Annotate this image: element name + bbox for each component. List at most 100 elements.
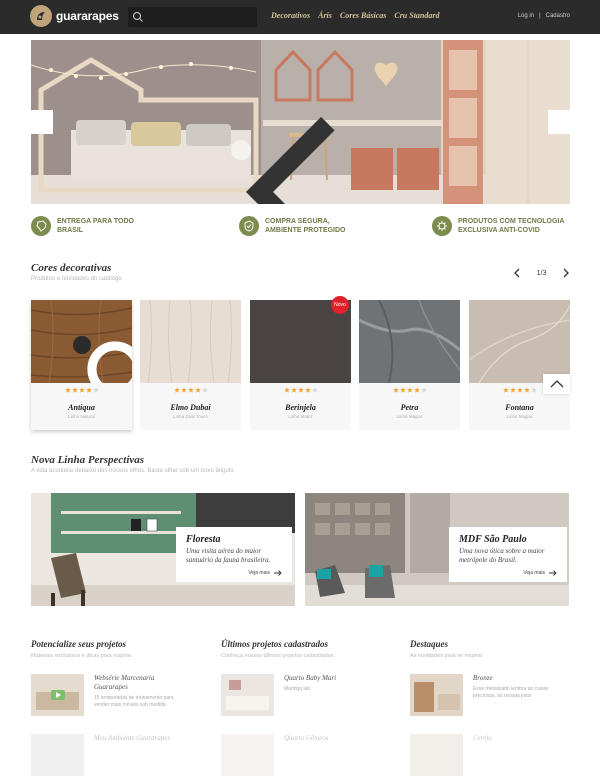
signup-link[interactable]: Cadastro: [546, 13, 570, 19]
product-line: Linha Magna: [506, 414, 533, 419]
star-filled-icon: [502, 387, 509, 393]
nav-aris[interactable]: Áris: [318, 11, 332, 20]
login-link[interactable]: Log in: [518, 13, 534, 19]
list-item[interactable]: Cerejo: [410, 734, 492, 776]
auth-links: Log in | Cadastro: [518, 13, 570, 19]
product-info: Petra Linha Magna: [359, 383, 460, 430]
item-text: Quarto Gêmeos: [284, 734, 329, 776]
product-swatch: [140, 300, 241, 383]
product-card-petra[interactable]: Petra Linha Magna: [359, 300, 460, 430]
rating-stars: [140, 387, 241, 393]
list-item[interactable]: Meu Ambiente Guararapes: [31, 734, 170, 776]
list-item[interactable]: Quarto Baby Mari Maringa.lab: [221, 674, 336, 716]
star-empty-icon: [420, 387, 427, 393]
pager-next-icon[interactable]: [562, 268, 570, 278]
star-filled-icon: [283, 387, 290, 393]
star-filled-icon: [516, 387, 523, 393]
column-subtitle-highlights: As novidades para se inspirar.: [410, 653, 484, 659]
star-filled-icon: [173, 387, 180, 393]
item-thumbnail: [31, 674, 84, 716]
product-name: Petra: [400, 403, 419, 412]
nav-cores-basicas[interactable]: Cores Básicas: [340, 11, 386, 20]
scroll-top-button[interactable]: [543, 374, 570, 394]
main-nav: Decorativos Áris Cores Básicas Cru Stand…: [271, 11, 440, 20]
perspective-card-mdf-sao-paulo[interactable]: MDF São Paulo Uma nova ótica sobre a mai…: [305, 493, 569, 606]
perspective-desc: Uma visita aérea do maior santuário da fa…: [186, 547, 271, 564]
search-icon: [132, 11, 143, 22]
product-line: Linha Matriz: [288, 414, 313, 419]
list-item[interactable]: Bronze Esse metalizado lembra as coisas p…: [410, 674, 549, 716]
product-name: Berinjela: [285, 403, 316, 412]
product-card-antiqua[interactable]: Antiqua Linha Natural: [31, 300, 132, 430]
zoom-button[interactable]: [73, 336, 132, 383]
nav-decorativos[interactable]: Decorativos: [271, 11, 310, 20]
logo[interactable]: guararapes: [30, 5, 119, 27]
feature-secure: COMPRA SEGURA, AMBIENTE PROTEGIDO: [239, 216, 346, 236]
star-filled-icon: [399, 387, 406, 393]
star-filled-icon: [413, 387, 420, 393]
star-filled-icon: [71, 387, 78, 393]
column-title-projects: Potencialize seus projetos: [31, 639, 126, 649]
product-name: Antiqua: [68, 403, 95, 412]
item-text: Cerejo: [473, 734, 492, 776]
product-card-berinjela[interactable]: Novo Berinjela Linha Matriz: [250, 296, 351, 430]
list-item[interactable]: Websérie Marcenaria Guararapes 15 tempora…: [31, 674, 174, 716]
pager-prev-icon[interactable]: [513, 268, 521, 278]
perspective-title: MDF São Paulo: [459, 534, 527, 545]
nav-cru-standard[interactable]: Cru Standard: [394, 11, 439, 20]
virus-icon: [432, 216, 452, 236]
item-title: Quarto Gêmeos: [284, 734, 329, 742]
logo-text: guararapes: [56, 9, 119, 23]
search-icon: [87, 341, 132, 383]
search-input[interactable]: [128, 7, 257, 27]
star-filled-icon: [194, 387, 201, 393]
feature-delivery-text: ENTREGA PARA TODO BRASIL: [57, 218, 135, 234]
star-filled-icon: [509, 387, 516, 393]
product-card-elmo-dubai[interactable]: Elmo Dubai Linha Dual Touch: [140, 300, 241, 430]
perspective-card-floresta[interactable]: Floresta Uma visita aérea do maior santuá…: [31, 493, 295, 606]
item-title: Websérie Marcenaria Guararapes: [94, 674, 155, 691]
hero-banner[interactable]: [31, 40, 570, 204]
arrow-right-icon: [274, 570, 282, 576]
star-empty-icon: [201, 387, 208, 393]
product-info: Berinjela Linha Matriz: [250, 383, 351, 430]
item-description: 15 temporadas de treinamento para vender …: [94, 695, 174, 708]
brazil-map-icon: [31, 216, 51, 236]
item-thumbnail: [221, 734, 274, 776]
item-text: Quarto Baby Mari Maringa.lab: [284, 674, 336, 716]
perspective-title: Floresta: [186, 534, 221, 545]
column-title-latest: Últimos projetos cadastrados: [221, 639, 329, 649]
top-header: guararapes Decorativos Áris Cores Básica…: [0, 0, 600, 34]
feature-anticovid: PRODUTOS COM TECNOLOGIA EXCLUSIVA ANTI-CO…: [432, 216, 564, 236]
logo-mark-icon: [30, 5, 52, 27]
star-filled-icon: [180, 387, 187, 393]
perspective-panel: Floresta Uma visita aérea do maior santuá…: [176, 527, 292, 582]
item-title: Meu Ambiente Guararapes: [94, 734, 171, 742]
item-text: Meu Ambiente Guararapes: [94, 734, 170, 776]
list-item[interactable]: Quarto Gêmeos: [221, 734, 329, 776]
item-text: Websérie Marcenaria Guararapes 15 tempora…: [94, 674, 174, 716]
item-text: Bronze Esse metalizado lembra as coisas p…: [473, 674, 549, 716]
product-line: Linha Dual Touch: [173, 414, 208, 419]
chevron-left-icon: [245, 116, 335, 204]
star-filled-icon: [297, 387, 304, 393]
perspective-panel: MDF São Paulo Uma nova ótica sobre a mai…: [449, 527, 567, 582]
star-filled-icon: [187, 387, 194, 393]
see-more-link[interactable]: Veja mais: [248, 570, 282, 576]
auth-separator: |: [539, 13, 541, 19]
feature-anticovid-text: PRODUTOS COM TECNOLOGIA EXCLUSIVA ANTI-CO…: [458, 218, 565, 234]
see-more-link[interactable]: Veja mais: [523, 570, 557, 576]
star-filled-icon: [78, 387, 85, 393]
product-info: Antiqua Linha Natural: [31, 383, 132, 430]
star-filled-icon: [406, 387, 413, 393]
hero-prev-button[interactable]: [31, 110, 335, 204]
rating-stars: [250, 387, 351, 393]
product-swatch: [31, 300, 132, 383]
column-subtitle-projects: Materiais exclusivos e dicas para inspir…: [31, 653, 133, 659]
item-title: Cerejo: [473, 734, 492, 742]
hero-next-button[interactable]: [548, 110, 570, 134]
item-thumbnail: [410, 674, 463, 716]
column-title-highlights: Destaques: [410, 639, 448, 649]
product-card-fontana[interactable]: Fontana Linha Magna: [469, 300, 570, 430]
star-empty-icon: [92, 387, 99, 393]
